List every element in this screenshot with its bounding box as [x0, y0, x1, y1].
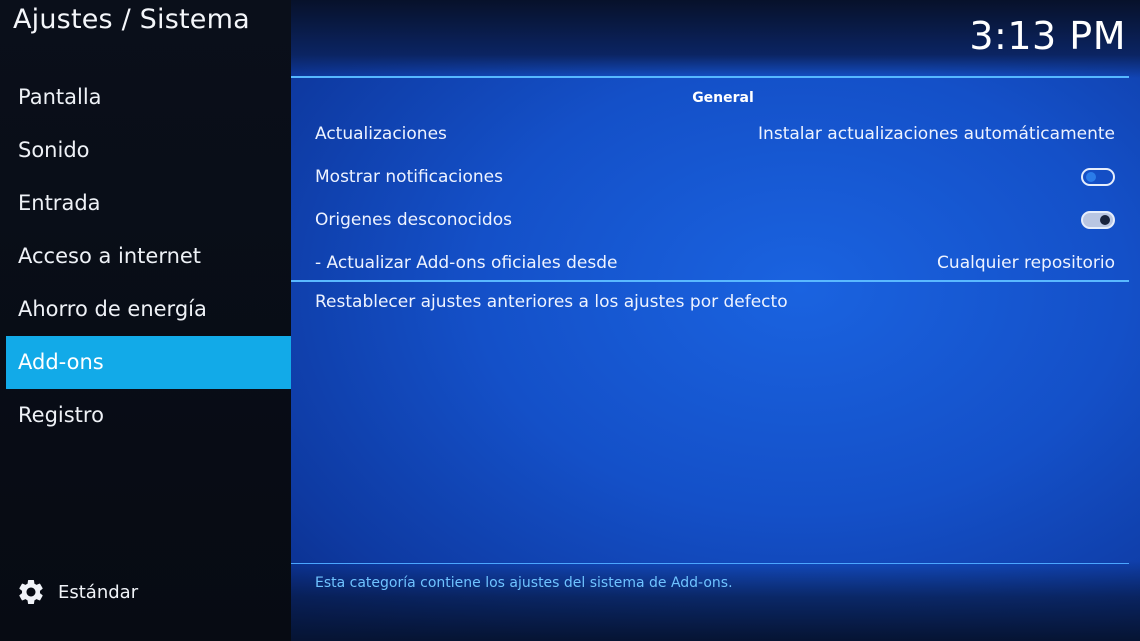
setting-label: - Actualizar Add-ons oficiales desde [315, 252, 618, 273]
sidebar-item-add-ons[interactable]: Add-ons [6, 336, 291, 389]
sidebar-item-ahorro-energia[interactable]: Ahorro de energía [6, 283, 291, 336]
sidebar: Ajustes / Sistema Pantalla Sonido Entrad… [0, 0, 291, 641]
settings-level-button[interactable]: Estándar [16, 577, 138, 607]
sidebar-item-registro[interactable]: Registro [6, 389, 291, 442]
setting-value: Cualquier repositorio [937, 252, 1115, 273]
page-title: Ajustes / Sistema [13, 4, 250, 35]
sidebar-item-pantalla[interactable]: Pantalla [6, 71, 291, 124]
sidebar-item-acceso-internet[interactable]: Acceso a internet [6, 230, 291, 283]
setting-label: Origenes desconocidos [315, 209, 512, 230]
setting-label: Actualizaciones [315, 123, 447, 144]
section-header: General [692, 90, 754, 106]
setting-mostrar-notificaciones[interactable]: Mostrar notificaciones [291, 155, 1129, 198]
settings-list: Actualizaciones Instalar actualizaciones… [291, 112, 1129, 284]
kodi-settings-screen: Ajustes / Sistema Pantalla Sonido Entrad… [0, 0, 1140, 641]
category-description: Esta categoría contiene los ajustes del … [315, 575, 733, 591]
toggle-knob [1100, 214, 1110, 225]
setting-actualizaciones[interactable]: Actualizaciones Instalar actualizaciones… [291, 112, 1129, 155]
notifications-toggle[interactable] [1081, 167, 1115, 186]
clock: 3:13 PM [969, 14, 1126, 58]
unknown-sources-toggle[interactable] [1081, 210, 1115, 229]
setting-label: Mostrar notificaciones [315, 166, 503, 187]
top-divider [291, 76, 1129, 78]
gear-icon [19, 580, 43, 604]
settings-level-label: Estándar [58, 581, 139, 603]
bottom-divider [291, 563, 1129, 564]
setting-value: Instalar actualizaciones automáticamente [758, 123, 1115, 144]
sidebar-menu: Pantalla Sonido Entrada Acceso a interne… [6, 71, 291, 442]
setting-actualizar-addons-oficiales[interactable]: - Actualizar Add-ons oficiales desde Cua… [291, 241, 1129, 284]
sidebar-item-sonido[interactable]: Sonido [6, 124, 291, 177]
middle-divider [291, 280, 1129, 282]
reset-settings-button[interactable]: Restablecer ajustes anteriores a los aju… [315, 292, 788, 312]
setting-origenes-desconocidos[interactable]: Origenes desconocidos [291, 198, 1129, 241]
settings-panel: 3:13 PM General Actualizaciones Instalar… [291, 0, 1140, 641]
sidebar-item-entrada[interactable]: Entrada [6, 177, 291, 230]
toggle-knob [1086, 171, 1096, 182]
